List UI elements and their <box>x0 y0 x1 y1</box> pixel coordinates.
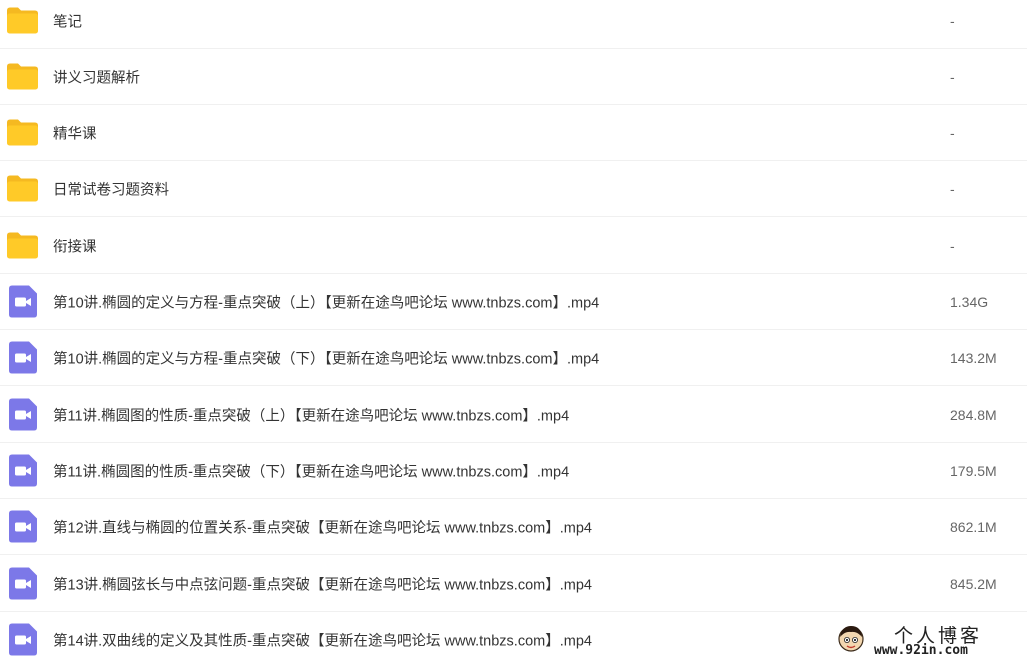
file-size: 284.8M <box>950 406 997 423</box>
file-name[interactable]: 第12讲.直线与椭圆的位置关系-重点突破【更新在途鸟吧论坛 www.tnbzs.… <box>53 516 592 537</box>
file-size: 845.2M <box>950 575 997 592</box>
file-size: 862.1M <box>950 518 997 535</box>
folder-icon <box>6 60 39 93</box>
folder-icon <box>6 116 39 149</box>
file-name[interactable]: 第10讲.椭圆的定义与方程-重点突破（下）【更新在途鸟吧论坛 www.tnbzs… <box>53 347 599 368</box>
video-file-icon <box>6 398 39 431</box>
file-size: - <box>950 237 955 254</box>
file-row[interactable]: 第11讲.椭圆图的性质-重点突破（下）【更新在途鸟吧论坛 www.tnbzs.c… <box>0 443 1027 499</box>
file-row[interactable]: 第13讲.椭圆弦长与中点弦问题-重点突破【更新在途鸟吧论坛 www.tnbzs.… <box>0 556 1027 612</box>
file-list: 笔记 - 讲义习题解析 - 精华课 - 日常试卷习题资料 - 衔接课 - 第10讲.椭圆的定义与方程… <box>0 0 1027 661</box>
video-file-icon <box>6 454 39 487</box>
file-size: - <box>950 68 955 85</box>
file-row[interactable]: 第10讲.椭圆的定义与方程-重点突破（上）【更新在途鸟吧论坛 www.tnbzs… <box>0 274 1027 330</box>
folder-icon <box>6 172 39 205</box>
file-row[interactable]: 笔记 - <box>0 0 1027 49</box>
file-name[interactable]: 第14讲.双曲线的定义及其性质-重点突破【更新在途鸟吧论坛 www.tnbzs.… <box>53 629 592 650</box>
file-row[interactable]: 精华课 - <box>0 105 1027 161</box>
folder-icon <box>6 4 39 37</box>
video-file-icon <box>6 341 39 374</box>
file-name[interactable]: 第13讲.椭圆弦长与中点弦问题-重点突破【更新在途鸟吧论坛 www.tnbzs.… <box>53 573 592 594</box>
file-size: - <box>950 180 955 197</box>
file-size: - <box>950 12 955 29</box>
file-row[interactable]: 讲义习题解析 - <box>0 49 1027 105</box>
watermark-url: www.92in.com <box>874 643 968 658</box>
file-name[interactable]: 精华课 <box>53 122 97 143</box>
file-name[interactable]: 讲义习题解析 <box>53 66 140 87</box>
file-name[interactable]: 第11讲.椭圆图的性质-重点突破（下）【更新在途鸟吧论坛 www.tnbzs.c… <box>53 460 569 481</box>
video-file-icon <box>6 285 39 318</box>
file-row[interactable]: 日常试卷习题资料 - <box>0 161 1027 217</box>
file-size: - <box>950 124 955 141</box>
file-name[interactable]: 第11讲.椭圆图的性质-重点突破（上）【更新在途鸟吧论坛 www.tnbzs.c… <box>53 404 569 425</box>
file-row[interactable]: 衔接课 - <box>0 218 1027 274</box>
video-file-icon <box>6 623 39 656</box>
file-size: 179.5M <box>950 462 997 479</box>
file-size: 1.34G <box>950 293 989 310</box>
video-file-icon <box>6 567 39 600</box>
file-name[interactable]: 日常试卷习题资料 <box>53 178 169 199</box>
file-size: 143.2M <box>950 349 997 366</box>
file-name[interactable]: 第10讲.椭圆的定义与方程-重点突破（上）【更新在途鸟吧论坛 www.tnbzs… <box>53 291 599 312</box>
file-row[interactable]: 第10讲.椭圆的定义与方程-重点突破（下）【更新在途鸟吧论坛 www.tnbzs… <box>0 330 1027 386</box>
file-name[interactable]: 笔记 <box>53 10 82 31</box>
video-file-icon <box>6 510 39 543</box>
folder-icon <box>6 229 39 262</box>
file-row[interactable]: 第12讲.直线与椭圆的位置关系-重点突破【更新在途鸟吧论坛 www.tnbzs.… <box>0 499 1027 555</box>
mascot-logo <box>838 626 864 652</box>
watermark: 个人博客 www.92in.com <box>828 619 1027 661</box>
file-row[interactable]: 第11讲.椭圆图的性质-重点突破（上）【更新在途鸟吧论坛 www.tnbzs.c… <box>0 387 1027 443</box>
file-name[interactable]: 衔接课 <box>53 235 97 256</box>
